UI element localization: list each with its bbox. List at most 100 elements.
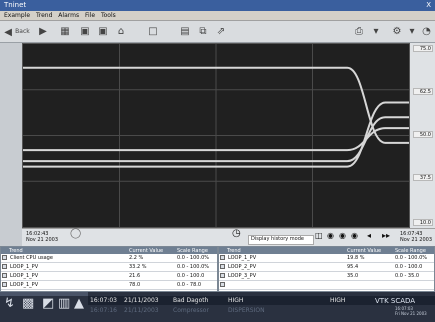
menu-file[interactable]: File [85, 12, 95, 19]
sync-icon[interactable]: ◉ [351, 232, 358, 240]
current-value: 33.2 % [129, 264, 147, 270]
menu-alarms[interactable]: Alarms [58, 12, 79, 19]
row-checkbox[interactable] [2, 264, 7, 269]
current-value: 21.6 [129, 273, 141, 279]
alarm-line-2[interactable]: 16:07:16 21/11/2003 Compressor DISPERSIO… [88, 306, 378, 314]
alarm-icon[interactable]: ▲ [74, 296, 84, 311]
menu-tools[interactable]: Tools [101, 12, 116, 19]
current-value: 78.0 [129, 282, 141, 288]
row-checkbox[interactable] [220, 282, 225, 287]
scale-range: 0.0 - 78.0 [177, 282, 202, 288]
start-date: Nov 21 2003 [26, 237, 59, 243]
table-row[interactable]: LOOP_1_PV 33.2 % 0.0 - 100.0% [1, 263, 217, 272]
forward-icon[interactable]: ▶ [36, 25, 50, 39]
scale-range: 0.0 - 100.0% [395, 255, 427, 261]
settings-icon[interactable]: ⚙ [390, 25, 404, 39]
back-button[interactable]: ◀ Back [3, 25, 31, 39]
table-header: Trend Current Value Scale Range [1, 247, 217, 254]
clock-date: Fri Nov 21 2003 [395, 311, 427, 316]
timeline-bar: 16:02:43 Nov 21 2003 ◯ ◷ Display history… [22, 228, 435, 246]
alarm-priority: HIGH [330, 297, 346, 304]
alarm-state: DISPERSION [228, 307, 265, 314]
axis-tick: 62.5 [413, 88, 433, 95]
page-icon[interactable]: ▥ [58, 296, 70, 311]
menu-bar: Example Trend Alarms File Tools [0, 11, 435, 21]
help-icon[interactable]: ◔ [420, 25, 433, 39]
table-header: Trend Current Value Scale Range [219, 247, 434, 254]
trend-name: Client CPU usage [10, 255, 53, 261]
title-bar: Tninet X [0, 0, 435, 11]
save-icon[interactable]: ▤ [178, 25, 192, 39]
table-row[interactable]: LOOP_1_PV 19.8 % 0.0 - 100.0% [219, 254, 434, 263]
menu-example[interactable]: Example [4, 12, 30, 19]
table-row[interactable]: LOOP_1_PV 78.0 0.0 - 78.0 [1, 281, 217, 290]
axis-tick: 50.0 [413, 131, 433, 138]
axis-tick: 10.0 [413, 219, 433, 226]
current-value: 35.0 [347, 273, 359, 279]
grid-icon[interactable]: ▦ [58, 25, 72, 39]
row-checkbox[interactable] [2, 273, 7, 278]
trend-icon[interactable]: ↯ [4, 296, 15, 311]
page-icon[interactable]: ▾ [406, 25, 418, 39]
current-value: 19.8 % [347, 255, 365, 261]
back-label: Back [15, 28, 30, 35]
print-icon[interactable]: ⎙ [352, 25, 366, 39]
status-bar: ↯ ▩ ◩ ▥ ▲ 16:07:03 21/11/2003 Bad Dagoth… [0, 292, 435, 322]
system-clock: 16:07:03 Fri Nov 21 2003 [395, 306, 427, 316]
close-window-button[interactable]: X [426, 1, 431, 9]
table-row[interactable] [219, 281, 434, 290]
export-icon[interactable]: ⇗ [214, 25, 228, 39]
table-row[interactable]: LOOP_1_PV 21.6 0.0 - 100.0 [1, 272, 217, 281]
row-checkbox[interactable] [2, 255, 7, 260]
history-mode-icon[interactable]: ◷ [232, 229, 241, 239]
play-icon[interactable]: ▸▸ [382, 232, 390, 240]
report-icon[interactable]: ▩ [22, 296, 34, 311]
row-checkbox[interactable] [220, 273, 225, 278]
table-row[interactable]: LOOP_2_PV 95.4 0.0 - 100.0 [219, 263, 434, 272]
alarm-time: 16:07:16 [90, 307, 117, 314]
home-icon[interactable]: ⌂ [114, 25, 128, 39]
trend-name: LOOP_1_PV [10, 273, 39, 279]
copy-icon[interactable]: ⧉ [196, 25, 210, 39]
alarm-time: 16:07:03 [90, 297, 117, 304]
alarm-message: Compressor [173, 307, 209, 314]
trend-chart [23, 44, 409, 227]
scale-range: 0.0 - 100.0 [395, 264, 423, 270]
table-row[interactable]: Client CPU usage 2.2 % 0.0 - 100.0% [1, 254, 217, 263]
scale-range: 0.0 - 100.0 [177, 273, 205, 279]
trend-table-left: Trend Current Value Scale Range Client C… [0, 246, 218, 292]
axis-tick: 37.5 [413, 174, 433, 181]
menu-trend[interactable]: Trend [36, 12, 52, 19]
end-date: Nov 21 2003 [400, 237, 433, 243]
table-row[interactable]: LOOP_3_PV 35.0 0.0 - 35.0 [219, 272, 434, 281]
row-checkbox[interactable] [220, 255, 225, 260]
window-icon[interactable]: □ [146, 25, 160, 39]
map-icon[interactable]: ◩ [42, 296, 54, 311]
trend-name: LOOP_1_PV [10, 282, 39, 288]
page-icon[interactable]: ▾ [370, 25, 382, 39]
trend-name: LOOP_1_PV [10, 264, 39, 270]
trend-name: LOOP_1_PV [228, 255, 257, 261]
row-checkbox[interactable] [2, 282, 7, 287]
trend-name: LOOP_3_PV [228, 273, 257, 279]
scale-range: 0.0 - 35.0 [395, 273, 420, 279]
alarm-date: 21/11/2003 [124, 297, 159, 304]
panel-icon[interactable]: ▣ [96, 25, 110, 39]
zoom-out-icon[interactable]: ◉ [327, 232, 334, 240]
trend-table-right: Trend Current Value Scale Range LOOP_1_P… [218, 246, 435, 292]
current-value: 2.2 % [129, 255, 144, 261]
toolbar: ◀ Back ▶ ▦ ▣ ▣ ⌂ □ ▤ ⧉ ⇗ ⎙ ▾ ⚙ ▾ ◔ [0, 21, 435, 43]
alarm-priority: HIGH [228, 297, 244, 304]
display-mode-select[interactable]: Display history mode [248, 235, 314, 245]
trend-plot[interactable] [22, 43, 410, 228]
axis-tick: 75.0 [413, 45, 433, 52]
panel-icon[interactable]: ▣ [78, 25, 92, 39]
row-checkbox[interactable] [220, 264, 225, 269]
back-icon: ◀ [4, 27, 12, 38]
alarm-date: 21/11/2003 [124, 307, 159, 314]
rewind-icon[interactable]: ◂ [367, 232, 371, 240]
zoom-reset-icon[interactable]: ◉ [339, 232, 346, 240]
value-axis: 75.0 62.5 50.0 37.5 10.0 [410, 43, 435, 228]
zoom-in-icon[interactable]: ◫ [315, 232, 323, 240]
pen-icon[interactable]: ◯ [70, 229, 81, 239]
